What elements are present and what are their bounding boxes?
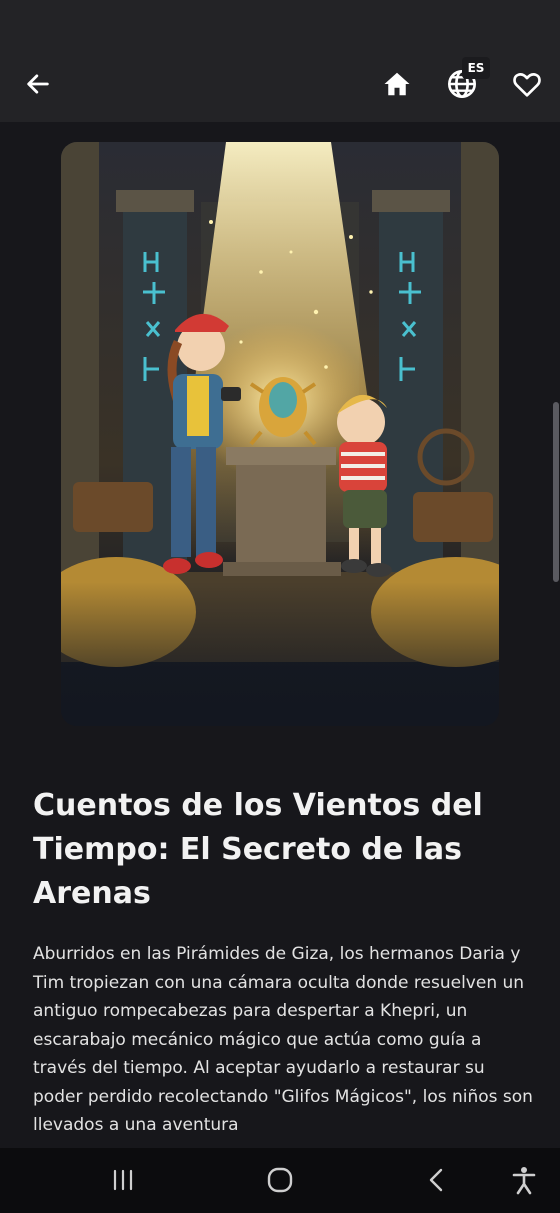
heart-outline-icon [513,73,541,97]
arrow-left-icon [27,74,49,94]
circle-home-icon [267,1167,293,1193]
home-button[interactable] [375,62,419,106]
chevron-back-icon [429,1168,443,1192]
system-nav-bar [0,1148,560,1213]
scroll-indicator[interactable] [553,402,559,582]
accessibility-button[interactable] [504,1162,544,1198]
top-app-bar: ES [0,0,560,122]
story-title: Cuentos de los Vientos del Tiempo: El Se… [33,788,483,911]
home-icon [384,72,410,96]
story-detail-screen: ES Cuentos de los Vientos del Tiempo: El… [0,0,560,1213]
story-description: Aburridos en las Pirámides de Giza, los … [33,944,533,1135]
accessibility-icon [512,1167,536,1195]
cover-illustration [61,142,499,726]
favorite-button[interactable] [505,62,549,106]
language-badge: ES [462,57,490,79]
recents-button[interactable] [103,1162,143,1198]
back-button[interactable] [16,62,60,106]
nav-home-button[interactable] [260,1162,300,1198]
nav-back-button[interactable] [417,1162,457,1198]
recents-icon [113,1169,133,1191]
